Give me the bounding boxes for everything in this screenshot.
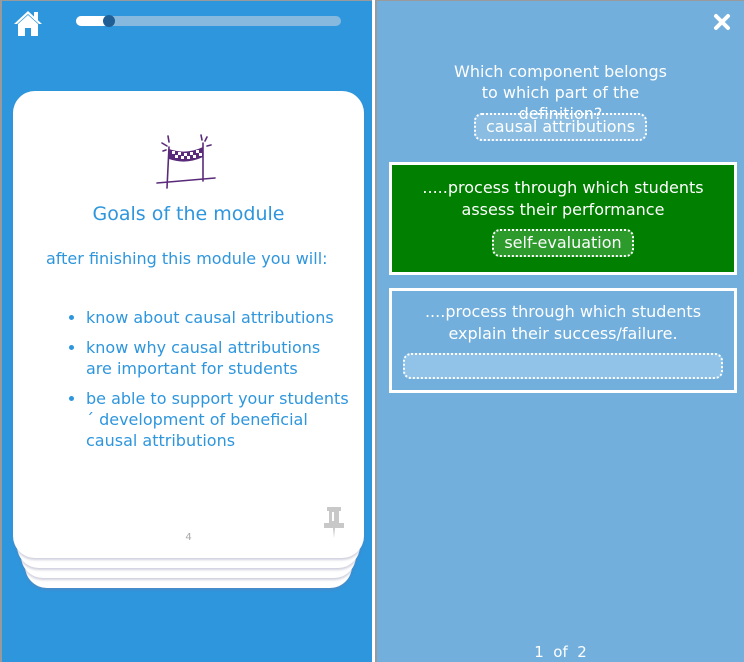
close-button[interactable] [713,13,731,31]
card-intro: after finishing this module you will: [46,249,328,268]
progress-knob[interactable] [103,15,116,27]
drop-target-empty[interactable]: ....process through which students expla… [389,288,737,393]
learning-card-panel: Goals of the module after finishing this… [0,0,372,662]
goal-item: be able to support your students´ develo… [86,388,350,451]
matching-exercise-panel: Which component belongs to which part of… [375,0,744,662]
goals-card: Goals of the module after finishing this… [13,91,364,558]
draggable-option[interactable]: causal attributions [473,113,648,141]
home-button[interactable] [12,9,44,37]
drop-target-correct[interactable]: .....process through which students asse… [389,162,737,275]
home-icon [14,11,42,36]
card-stack: Goals of the module after finishing this… [13,91,364,588]
finish-line-icon [156,134,216,189]
pin-button[interactable] [323,507,345,539]
card-title: Goals of the module [92,203,285,225]
progress-slider[interactable] [76,15,341,27]
definition-text: ....process through which students expla… [424,302,702,343]
goal-item: know about causal attributions [86,307,350,328]
close-icon [714,14,730,30]
definition-text: .....process through which students asse… [422,178,704,219]
empty-drop-slot[interactable] [403,353,723,379]
option-pool: causal attributions [377,113,744,141]
goal-list: know about causal attributions know why … [46,307,350,460]
pushpin-icon [324,507,344,538]
page-indicator: 1 of 2 [534,643,587,661]
card-page-number: 4 [185,532,192,543]
placed-answer[interactable]: self-evaluation [492,229,634,257]
goal-item: know why causal attributions are importa… [86,337,350,379]
